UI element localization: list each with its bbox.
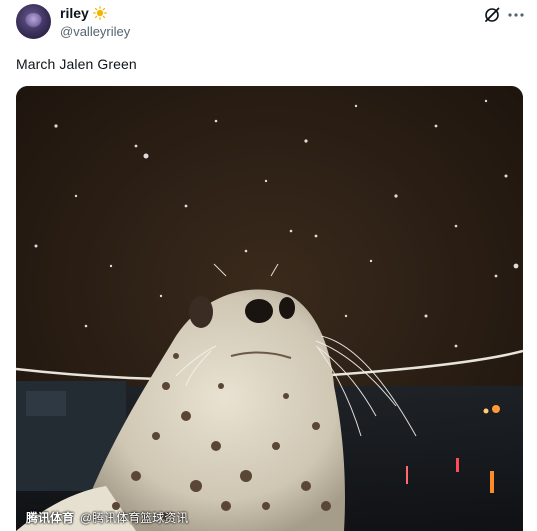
more-icon[interactable] <box>507 6 525 24</box>
grok-icon[interactable] <box>483 6 501 24</box>
tweet-text: March Jalen Green <box>16 56 137 72</box>
tweet-card: riley @valleyriley March Jalen Green 腾讯体… <box>0 0 537 531</box>
author-name-row: riley <box>60 5 107 21</box>
author-handle[interactable]: @valleyriley <box>60 24 130 39</box>
watermark-handle: @腾讯体育篮球资讯 <box>80 511 189 525</box>
author-display-name[interactable]: riley <box>60 5 89 21</box>
watermark-brand: 腾讯体育 <box>26 511 75 525</box>
seal-video-frame <box>16 86 523 531</box>
video-watermark: 腾讯体育 @腾讯体育篮球资讯 <box>26 509 188 526</box>
tweet-video[interactable]: 腾讯体育 @腾讯体育篮球资讯 <box>16 86 523 531</box>
sun-icon <box>92 6 107 20</box>
avatar[interactable] <box>16 4 51 39</box>
